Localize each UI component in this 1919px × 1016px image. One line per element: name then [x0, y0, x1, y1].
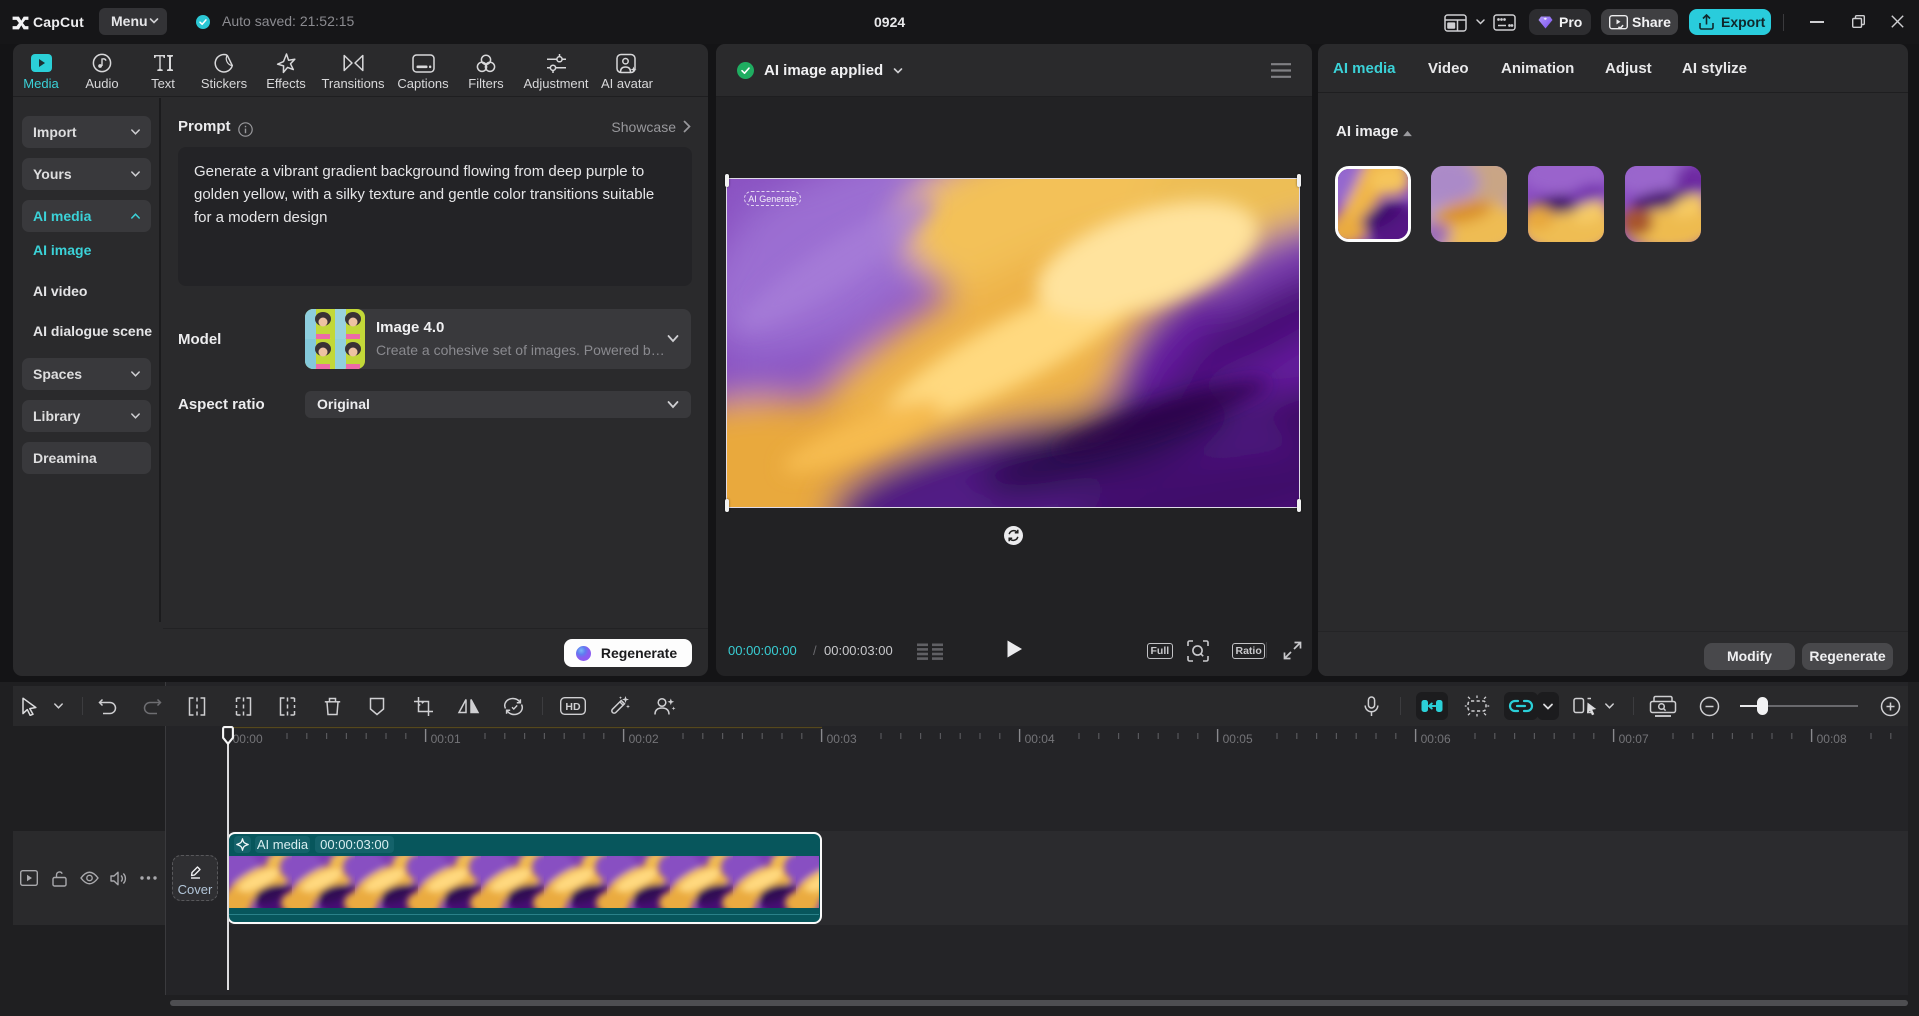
svg-text:HD: HD	[565, 701, 581, 713]
